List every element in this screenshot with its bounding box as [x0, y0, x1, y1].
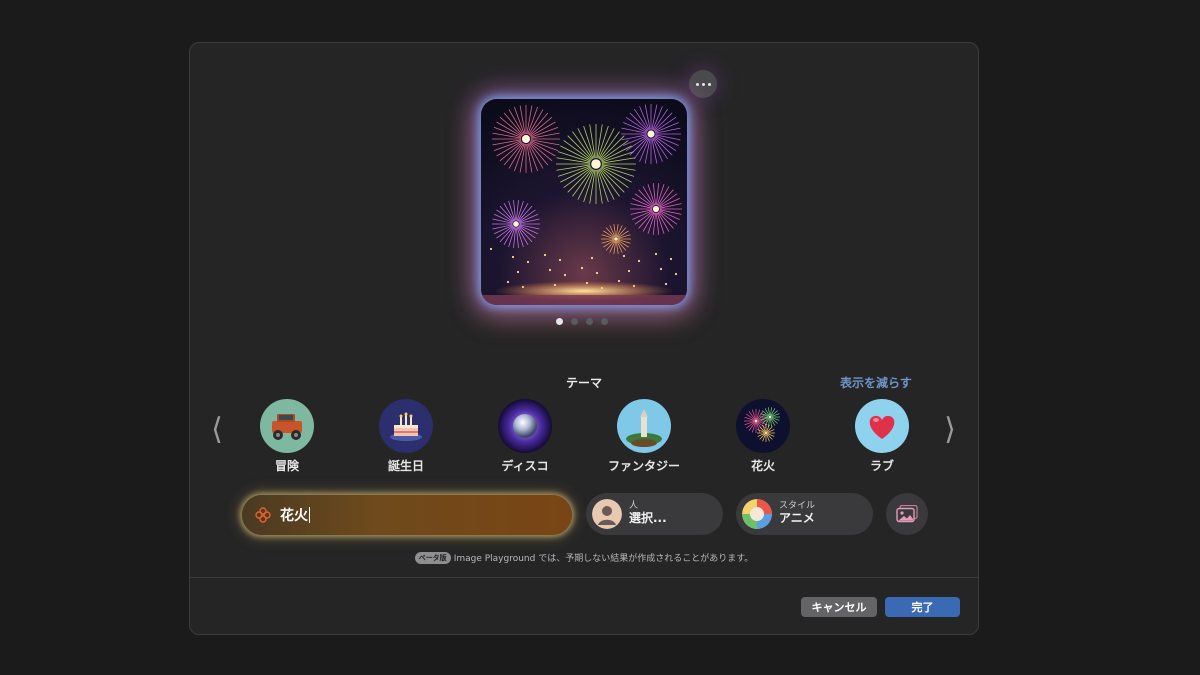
cancel-button[interactable]: キャンセル — [801, 597, 877, 617]
more-dot — [695, 82, 699, 86]
fireworks-image — [481, 99, 687, 305]
theme-fantasy[interactable]: ファンタジー — [589, 399, 699, 474]
prompt-text: 花火 — [280, 508, 308, 524]
more-dot — [701, 82, 705, 86]
page-indicator[interactable] — [556, 318, 608, 325]
theme-label: 花火 — [750, 459, 775, 473]
show-less-link[interactable]: 表示を減らす — [840, 374, 912, 391]
sparkle-flower-icon — [255, 507, 271, 523]
theme-love[interactable]: ラブ — [827, 399, 937, 474]
theme-adventure[interactable]: 冒険 — [232, 399, 342, 474]
fantasy-island-icon — [617, 399, 671, 453]
theme-label: 誕生日 — [387, 459, 424, 473]
page-dot[interactable] — [571, 318, 578, 325]
theme-birthday[interactable]: 誕生日 — [351, 399, 461, 474]
photo-icon — [896, 505, 918, 523]
theme-label: ディスコ — [501, 459, 549, 473]
disclaimer-text: Image Playground では、予期しない結果が作成されることがあります… — [453, 554, 754, 564]
person-picker-button[interactable]: 人 選択... — [586, 493, 723, 535]
previous-themes-chevron-icon[interactable]: ⟨ — [210, 413, 224, 447]
theme-label: 冒険 — [274, 459, 299, 473]
generated-image-preview[interactable] — [481, 99, 687, 305]
page-dot[interactable] — [556, 318, 563, 325]
person-icon — [592, 499, 622, 529]
more-options-button[interactable] — [689, 70, 717, 98]
prompt-input[interactable]: 花火 — [242, 495, 572, 535]
beta-badge: ベータ版 — [414, 552, 451, 564]
birthday-cake-icon — [379, 399, 433, 453]
disco-ball-icon — [498, 399, 552, 453]
style-value: アニメ — [779, 511, 815, 526]
page-dot[interactable] — [586, 318, 593, 325]
image-playground-dialog: テーマ 表示を減らす ⟨ ⟩ 冒険 誕生日 ディスコ ファンタジー 花火 ラブ … — [189, 42, 979, 635]
fireworks-icon — [736, 399, 790, 453]
text-caret — [309, 507, 310, 523]
more-dot — [707, 82, 711, 86]
done-button[interactable]: 完了 — [885, 597, 960, 617]
jeep-icon — [260, 399, 314, 453]
style-picker-button[interactable]: スタイル アニメ — [736, 493, 873, 535]
page-dot[interactable] — [601, 318, 608, 325]
heart-icon — [855, 399, 909, 453]
footer-divider — [190, 577, 978, 578]
theme-label: ラブ — [869, 459, 894, 473]
beta-disclaimer: ベータ版 Image Playground では、予期しない結果が作成されることが… — [190, 551, 978, 564]
anime-style-icon — [742, 499, 772, 529]
theme-disco[interactable]: ディスコ — [470, 399, 580, 474]
photo-picker-button[interactable] — [886, 493, 928, 535]
theme-fireworks[interactable]: 花火 — [708, 399, 818, 474]
next-themes-chevron-icon[interactable]: ⟩ — [943, 413, 957, 447]
person-value: 選択... — [629, 511, 667, 526]
theme-label: ファンタジー — [607, 459, 680, 473]
